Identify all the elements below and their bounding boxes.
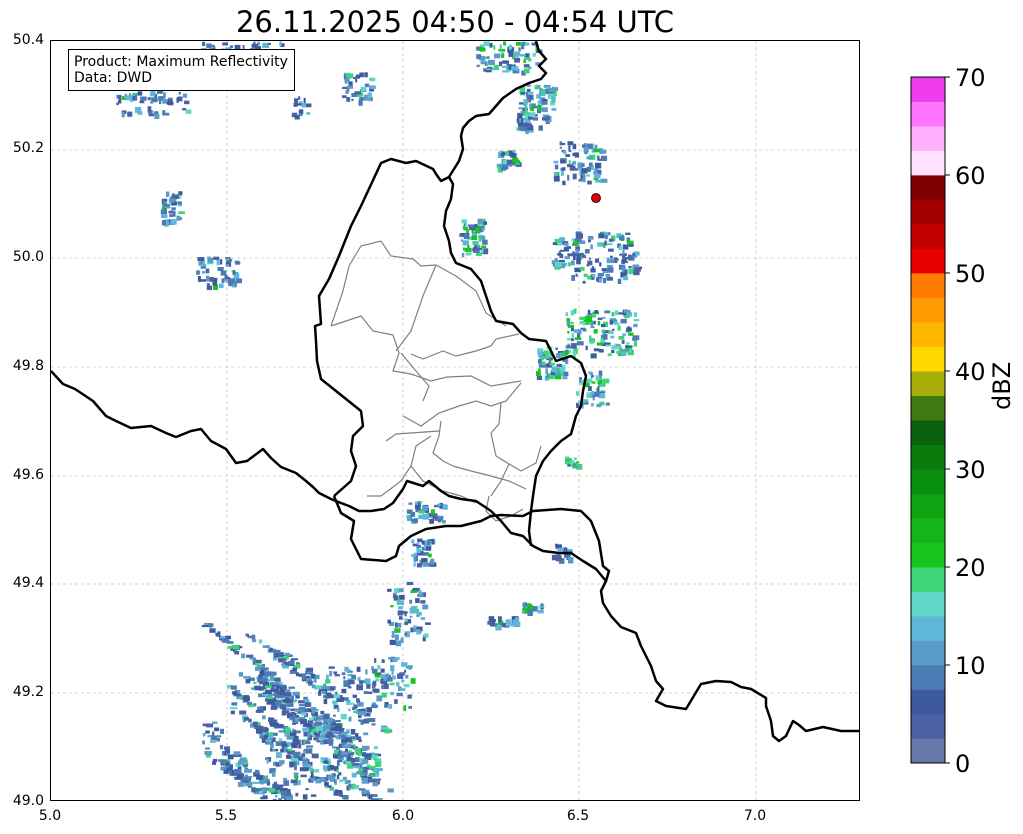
- country-borders: [51, 41, 859, 743]
- colorbar-band: [911, 689, 945, 715]
- colorbar-band: [911, 493, 945, 519]
- colorbar-band: [911, 469, 945, 494]
- colorbar-tick-label: 40: [955, 358, 986, 386]
- location-marker[interactable]: [591, 193, 601, 203]
- colorbar-band: [911, 738, 945, 764]
- colorbar-band: [911, 346, 945, 372]
- colorbar-band: [911, 714, 945, 739]
- colorbar-band: [911, 542, 945, 568]
- colorbar-band: [911, 175, 945, 200]
- colorbar-band: [911, 126, 945, 151]
- colorbar-tick-label: 50: [955, 260, 986, 288]
- radar-echoes: [116, 41, 643, 800]
- lat-tick-label: 49.2: [12, 684, 44, 700]
- colorbar-band: [911, 616, 945, 641]
- info-data-line: Data: DWD: [74, 70, 152, 86]
- colorbar-band: [911, 199, 945, 225]
- radar-map[interactable]: [50, 40, 860, 801]
- colorbar-band: [911, 395, 945, 421]
- radar-map-canvas[interactable]: [51, 41, 860, 801]
- colorbar-band: [911, 444, 945, 470]
- lat-tick-label: 49.8: [12, 358, 44, 374]
- product-info-box: Product: Maximum Reflectivity Data: DWD: [68, 49, 295, 91]
- colorbar-band: [911, 297, 945, 323]
- lon-tick-label: 5.5: [214, 808, 238, 824]
- colorbar-tick-label: 20: [955, 554, 986, 582]
- lat-tick-label: 50.4: [12, 32, 44, 48]
- colorbar-band: [911, 371, 945, 396]
- lon-tick-label: 7.0: [743, 808, 767, 824]
- colorbar-band: [911, 420, 945, 445]
- lon-tick-label: 6.0: [391, 808, 415, 824]
- colorbar-band: [911, 518, 945, 543]
- colorbar-band: [911, 640, 945, 666]
- colorbar-band: [911, 248, 945, 274]
- lat-tick-label: 49.6: [12, 467, 44, 483]
- lat-tick-label: 49.4: [12, 575, 44, 591]
- lat-tick-label: 50.2: [12, 140, 44, 156]
- colorbar-band: [911, 322, 945, 347]
- colorbar-band: [911, 665, 945, 690]
- map-title: 26.11.2025 04:50 - 04:54 UTC: [235, 5, 675, 39]
- colorbar-band: [911, 224, 945, 249]
- colorbar-band: [911, 77, 945, 102]
- colorbar-band: [911, 150, 945, 176]
- lat-tick-label: 49.0: [12, 793, 44, 809]
- colorbar-tick-label: 0: [955, 750, 971, 778]
- colorbar-unit-label: dBZ: [988, 361, 1016, 410]
- colorbar-band: [911, 567, 945, 592]
- district-borders: [330, 240, 542, 522]
- colorbar-band: [911, 273, 945, 298]
- info-product-line: Product: Maximum Reflectivity: [74, 54, 288, 70]
- colorbar-band: [911, 101, 945, 127]
- lon-tick-label: 5.0: [38, 808, 62, 824]
- colorbar: [910, 76, 950, 764]
- colorbar-tick-label: 10: [955, 652, 986, 680]
- lat-tick-label: 50.0: [12, 249, 44, 265]
- lon-tick-label: 6.5: [566, 808, 590, 824]
- colorbar-tick-label: 30: [955, 456, 986, 484]
- colorbar-tick-label: 70: [955, 64, 986, 92]
- colorbar-tick-label: 60: [955, 162, 986, 190]
- colorbar-band: [911, 591, 945, 617]
